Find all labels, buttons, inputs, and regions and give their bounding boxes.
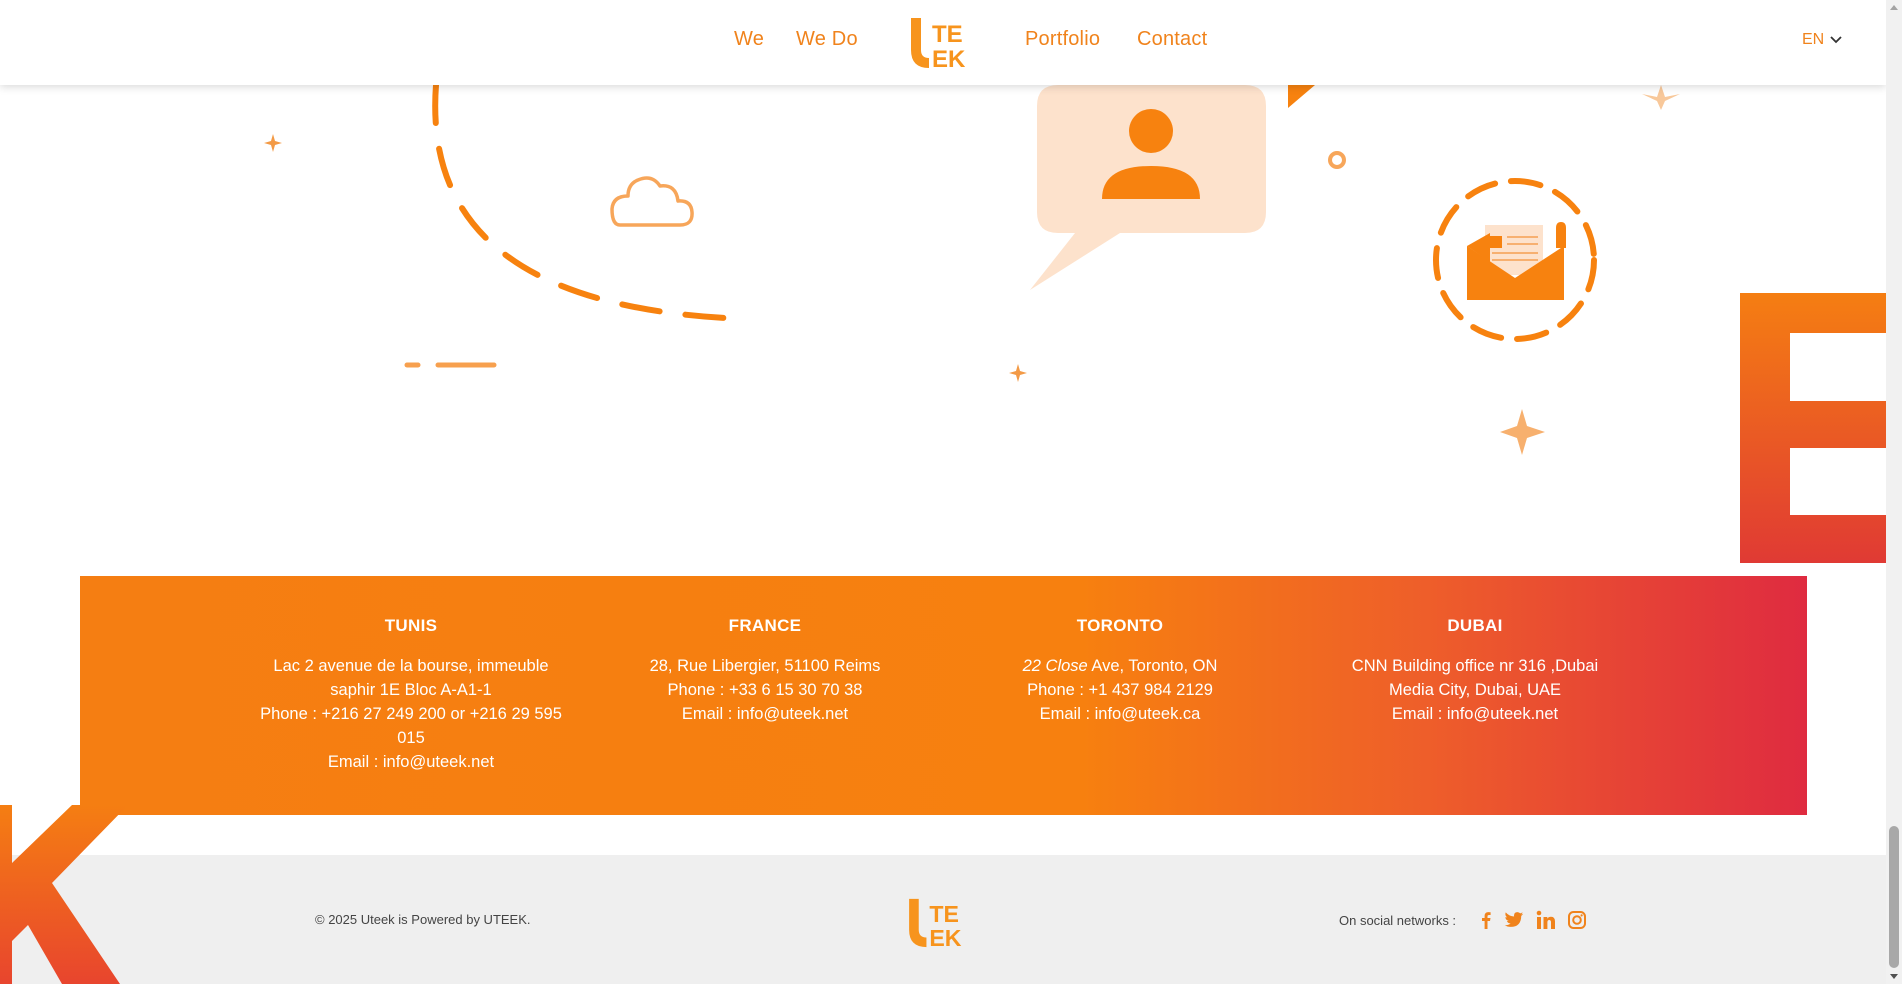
office-phone: Phone : +1 437 984 2129 <box>1027 681 1213 699</box>
scroll-down-arrow-icon[interactable] <box>1890 974 1898 979</box>
office-france: FRANCE 28, Rue Libergier, 51100 Reims Ph… <box>600 616 930 726</box>
office-toronto: TORONTO 22 Close Ave, Toronto, ON Phone … <box>955 616 1285 726</box>
nav-link-portfolio[interactable]: Portfolio <box>1025 28 1100 51</box>
office-address-line: 22 Close Ave, Toronto, ON <box>955 654 1285 678</box>
office-address-line: 28, Rue Libergier, 51100 Reims <box>649 657 881 675</box>
office-email: Email : info@uteek.net <box>1391 705 1559 723</box>
twitter-icon[interactable] <box>1504 910 1524 930</box>
office-city: FRANCE <box>728 616 802 635</box>
nav-link-we-do[interactable]: We Do <box>796 28 858 51</box>
office-city: TORONTO <box>1076 616 1164 635</box>
office-email: Email : info@uteek.ca <box>1039 705 1201 723</box>
office-phone: Phone : +216 27 249 200 or +216 29 595 <box>260 705 562 723</box>
sparkle-decoration <box>1642 85 1680 110</box>
office-address-line: saphir 1E Bloc A-A1-1 <box>330 681 492 699</box>
copyright-text: © 2025 Uteek is Powered by UTEEK. <box>315 912 531 927</box>
scrollbar-thumb[interactable] <box>1889 826 1899 968</box>
top-navigation: We We Do TE EK U Portfolio Contact EN <box>0 0 1886 85</box>
triangle-decoration <box>1288 85 1315 108</box>
svg-text:EK: EK <box>932 46 966 70</box>
page-footer: © 2025 Uteek is Powered by UTEEK. TE EK … <box>0 855 1886 984</box>
svg-text:TE: TE <box>932 21 963 48</box>
decorative-letter-e <box>1740 293 1886 563</box>
social-networks-label: On social networks : <box>1339 913 1457 928</box>
cloud-icon <box>610 176 694 227</box>
sparkle-decoration <box>264 134 282 152</box>
scroll-up-arrow-icon[interactable] <box>1890 5 1898 10</box>
office-city: DUBAI <box>1447 616 1503 635</box>
office-address-line: CNN Building office nr 316 ,Dubai <box>1351 657 1599 675</box>
office-email: Email : info@uteek.net <box>327 753 495 771</box>
office-tunis: TUNIS Lac 2 avenue de la bourse, immeubl… <box>246 616 576 774</box>
office-dubai: DUBAI CNN Building office nr 316 ,Dubai … <box>1310 616 1640 726</box>
ring-decoration <box>1328 151 1346 169</box>
svg-text:U: U <box>911 16 912 17</box>
office-address-italic: 22 Close <box>1022 657 1088 675</box>
contact-illustration <box>264 82 1680 455</box>
language-label: EN <box>1802 31 1825 48</box>
nav-link-we[interactable]: We <box>734 28 764 51</box>
nav-link-contact[interactable]: Contact <box>1137 28 1207 51</box>
chevron-down-icon <box>1830 36 1842 44</box>
office-city: TUNIS <box>384 616 438 635</box>
office-address-line: Media City, Dubai, UAE <box>1388 681 1562 699</box>
office-email: Email : info@uteek.net <box>681 705 849 723</box>
office-phone: 015 <box>397 729 425 747</box>
decorative-letter-k <box>0 805 128 984</box>
page-scrollbar[interactable] <box>1886 0 1902 984</box>
office-phone: Phone : +33 6 15 30 70 38 <box>667 681 863 699</box>
sparkle-decoration <box>1500 409 1545 455</box>
person-icon-head <box>1129 109 1173 153</box>
footer-uteek-logo[interactable]: TE EK <box>906 897 970 949</box>
uteek-logo[interactable]: TE EK U <box>908 16 974 70</box>
instagram-icon[interactable] <box>1567 910 1587 930</box>
envelope-icon <box>1467 222 1566 300</box>
svg-text:TE: TE <box>929 901 959 927</box>
svg-text:EK: EK <box>929 925 961 949</box>
linkedin-icon[interactable] <box>1536 910 1556 930</box>
facebook-icon[interactable] <box>1476 910 1496 930</box>
language-selector[interactable]: EN <box>1802 31 1842 49</box>
offices-section: TUNIS Lac 2 avenue de la bourse, immeubl… <box>80 576 1807 815</box>
office-address-line: Lac 2 avenue de la bourse, immeuble <box>273 657 549 675</box>
office-address-rest: Ave, Toronto, ON <box>1087 657 1218 675</box>
sparkle-decoration <box>1009 364 1027 382</box>
